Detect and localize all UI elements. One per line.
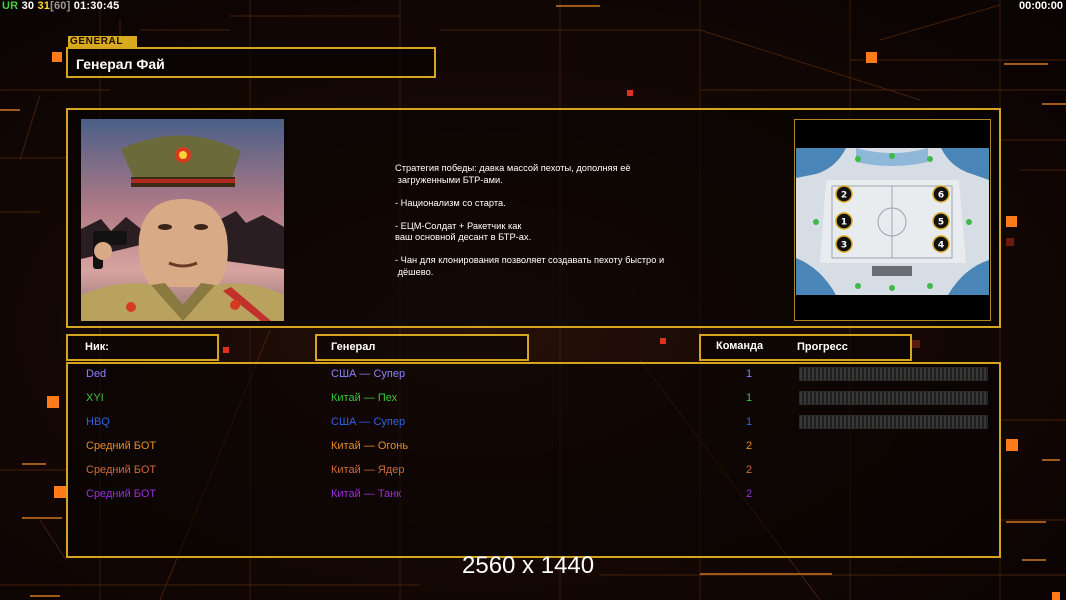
description-line: ваш основной десант в БТР-ах. <box>395 232 532 242</box>
player-row[interactable]: Средний БОТ Китай — Огонь 2 <box>68 436 999 460</box>
player-nick: Средний БОТ <box>86 464 157 476</box>
status-bar: UR 30 31[60] 01:30:45 <box>2 0 119 12</box>
decor-square <box>912 340 920 348</box>
player-row[interactable]: XYI Китай — Пех 1 <box>68 388 999 412</box>
description-line: Стратегия победы: давка массой пехоты, д… <box>395 163 631 173</box>
general-description: Стратегия победы: давка массой пехоты, д… <box>395 163 695 278</box>
decor-square <box>223 347 229 353</box>
player-general[interactable]: Китай — Пех <box>331 392 397 404</box>
player-nick: Ded <box>86 368 107 380</box>
player-row[interactable]: Ded США — Супер 1 <box>68 364 999 388</box>
general-section-tag: GENERAL <box>68 36 137 47</box>
map-start-6: 6 <box>938 191 944 201</box>
header-general: Генерал <box>315 334 529 361</box>
player-progress-bar <box>799 391 988 405</box>
decor-square <box>54 486 66 498</box>
description-line: - ЕЦМ-Солдат + Ракетчик как <box>395 220 522 231</box>
status-clock: 01:30:45 <box>73 0 120 12</box>
general-info-panel: Стратегия победы: давка массой пехоты, д… <box>66 108 1001 328</box>
status-value-b: 31 <box>37 0 51 12</box>
player-nick: HBQ <box>86 416 110 428</box>
player-nick: Средний БОТ <box>86 440 157 452</box>
header-nick-label: Ник: <box>85 341 109 353</box>
header-nick: Ник: <box>66 334 219 361</box>
player-team[interactable]: 2 <box>744 488 754 500</box>
map-start-3: 3 <box>841 241 847 251</box>
player-team[interactable]: 1 <box>744 392 754 404</box>
decor-square <box>660 338 666 344</box>
decor-square <box>1006 238 1014 246</box>
status-value-c: [60] <box>50 0 71 12</box>
map-start-4: 4 <box>938 241 944 251</box>
player-team[interactable]: 2 <box>744 464 754 476</box>
description-line <box>395 244 695 256</box>
description-line: - Чан для клонирования позволяет создава… <box>395 255 665 265</box>
decor-square <box>52 52 62 62</box>
player-general[interactable]: Китай — Танк <box>331 488 401 500</box>
decor-square <box>1006 216 1017 227</box>
player-general[interactable]: Китай — Огонь <box>331 440 408 452</box>
player-nick: Средний БОТ <box>86 488 157 500</box>
description-line <box>395 186 695 198</box>
map-preview-panel[interactable]: 2 1 3 6 5 4 <box>794 119 991 321</box>
players-table: Ded США — Супер 1 XYI Китай — Пех 1 HBQ … <box>66 362 1001 558</box>
player-nick: XYI <box>86 392 104 404</box>
player-general[interactable]: Китай — Ядер <box>331 464 404 476</box>
decor-square <box>47 396 59 408</box>
description-line: загруженными БТР-ами. <box>395 174 503 185</box>
player-team[interactable]: 1 <box>744 416 754 428</box>
description-line: - Национализм со старта. <box>395 197 506 208</box>
header-general-label: Генерал <box>331 341 376 353</box>
general-name: Генерал Фай <box>76 56 165 72</box>
header-team-label: Команда <box>716 340 764 352</box>
player-general[interactable]: США — Супер <box>331 416 405 428</box>
status-value-a: 30 <box>21 0 35 12</box>
resolution-label: 2560 x 1440 <box>462 552 595 579</box>
general-portrait-icon <box>81 119 284 321</box>
status-timer: 00:00:00 <box>1018 0 1063 12</box>
decor-square <box>866 52 877 63</box>
header-progress-label: Прогресс <box>797 341 848 353</box>
decor-square <box>1006 439 1018 451</box>
description-line <box>395 209 695 221</box>
decor-square <box>1052 592 1060 600</box>
player-row[interactable]: HBQ США — Супер 1 <box>68 412 999 436</box>
map-start-1: 1 <box>841 218 847 228</box>
general-title-panel: Генерал Фай <box>66 47 436 78</box>
map-start-2: 2 <box>841 191 847 201</box>
player-team[interactable]: 2 <box>744 440 754 452</box>
player-general[interactable]: США — Супер <box>331 368 405 380</box>
header-team-progress: Команда Прогресс <box>699 334 912 361</box>
description-line: дёшево. <box>395 266 434 277</box>
player-progress-bar <box>799 367 988 381</box>
decor-square <box>627 90 633 96</box>
player-progress-bar <box>799 415 988 429</box>
player-row[interactable]: Средний БОТ Китай — Танк 2 <box>68 484 999 508</box>
snow-map-preview-icon: 2 1 3 6 5 4 <box>796 148 989 295</box>
player-team[interactable]: 1 <box>744 368 754 380</box>
player-row[interactable]: Средний БОТ Китай — Ядер 2 <box>68 460 999 484</box>
status-ur-label: UR <box>2 0 19 12</box>
map-start-5: 5 <box>938 218 944 228</box>
